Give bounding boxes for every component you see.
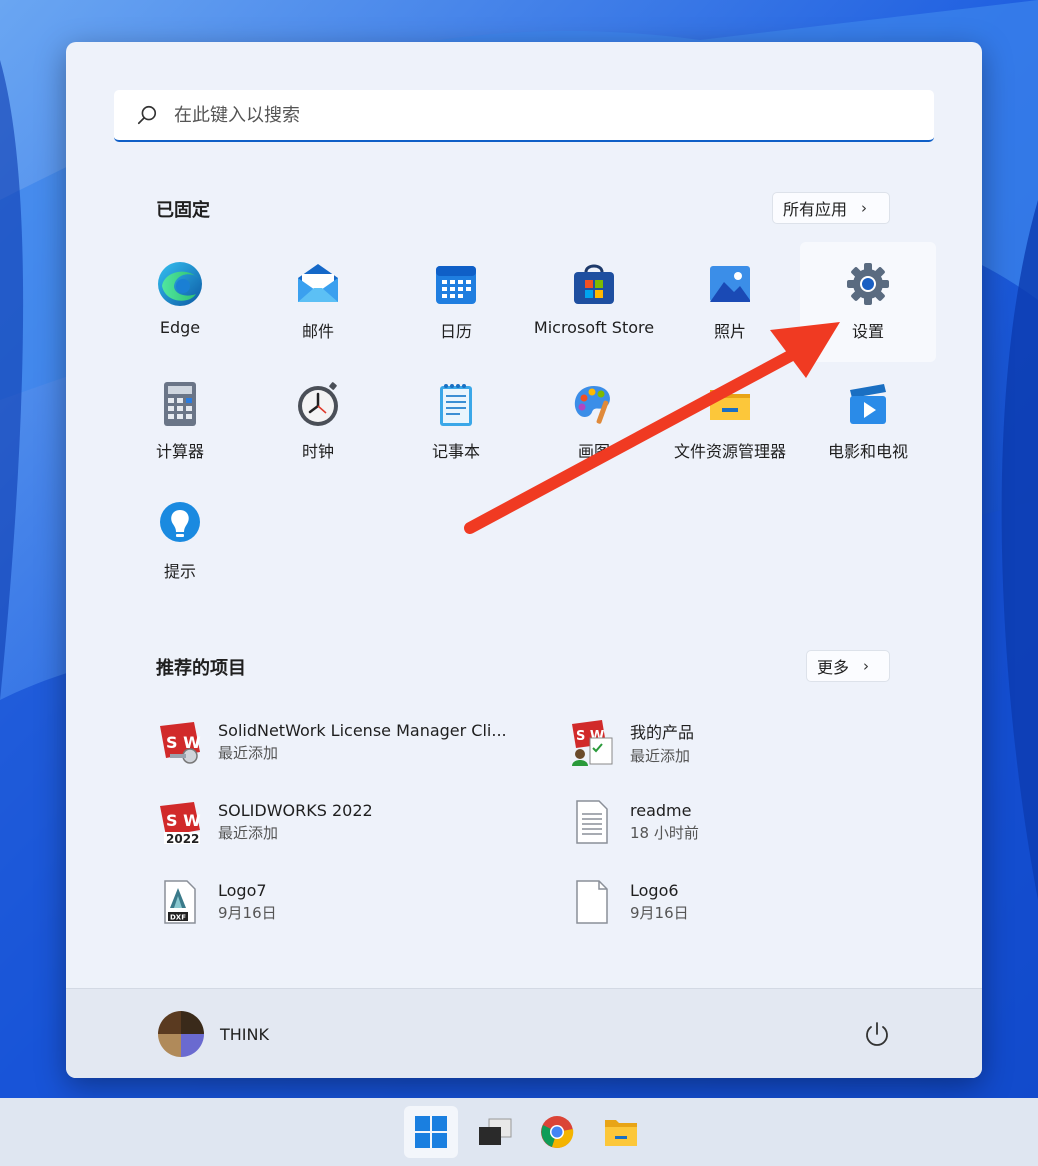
app-tile-tips[interactable]: 提示 (112, 482, 248, 602)
chevron-right-icon: › (861, 199, 868, 217)
app-label: 提示 (163, 562, 196, 581)
text-document-icon (576, 800, 608, 844)
taskbar-file-explorer-button[interactable] (594, 1106, 648, 1158)
avatar[interactable] (158, 1011, 204, 1057)
recommended-item-name: 我的产品 (630, 722, 695, 742)
svg-text:DXF: DXF (170, 914, 186, 922)
app-tile-settings[interactable]: 设置 (800, 242, 936, 362)
recommended-item-subtitle: 18 小时前 (630, 824, 699, 842)
start-menu-footer: THINK (66, 988, 982, 1078)
all-apps-button[interactable]: 所有应用 › (772, 192, 890, 224)
calculator-icon (164, 382, 196, 426)
recommended-item[interactable]: DXF Logo7 9月16日 (156, 872, 536, 932)
search-box[interactable] (114, 90, 934, 142)
svg-text:S W: S W (166, 811, 201, 830)
more-label: 更多 (817, 658, 850, 677)
app-label: 记事本 (431, 442, 480, 461)
recommended-item[interactable]: S W SolidNetWork License Manager Cli... … (156, 712, 536, 772)
app-tile-calendar[interactable]: 日历 (388, 242, 524, 362)
app-tile-file-explorer[interactable]: 文件资源管理器 (662, 362, 798, 482)
file-explorer-icon (605, 1120, 637, 1146)
all-apps-label: 所有应用 (783, 200, 848, 219)
recommended-item[interactable]: S W 我的产品 最近添加 (568, 712, 948, 772)
recommended-item-subtitle: 9月16日 (218, 904, 277, 922)
app-label: Edge (159, 318, 201, 337)
app-label: 时钟 (301, 442, 334, 461)
recommended-item[interactable]: S W 2022 SOLIDWORKS 2022 最近添加 (156, 792, 536, 852)
app-tile-clock[interactable]: 时钟 (250, 362, 386, 482)
app-tile-notepad[interactable]: 记事本 (388, 362, 524, 482)
taskbar (0, 1098, 1038, 1166)
task-view-icon (479, 1118, 512, 1145)
taskbar-chrome-button[interactable] (530, 1106, 584, 1158)
clock-icon (298, 382, 338, 426)
mail-icon (298, 264, 338, 302)
app-tile-microsoft-store[interactable]: Microsoft Store (526, 242, 662, 362)
app-tile-mail[interactable]: 邮件 (250, 242, 386, 362)
recommended-item-name: readme (630, 801, 692, 820)
movies-icon (850, 384, 886, 424)
recommended-item-subtitle: 9月16日 (630, 904, 689, 922)
store-icon (574, 264, 614, 304)
solidworks-products-icon: S W (572, 720, 613, 766)
lightbulb-icon (160, 502, 200, 542)
app-label: 文件资源管理器 (673, 442, 786, 461)
solidworks-license-icon: S W (160, 722, 201, 764)
app-label: Microsoft Store (533, 318, 655, 337)
start-icon (415, 1116, 447, 1148)
dxf-file-icon: DXF (164, 880, 196, 924)
app-label: 设置 (851, 322, 884, 341)
user-avatar-icon (158, 1011, 204, 1057)
recommended-title: 推荐的项目 (156, 658, 246, 679)
power-icon[interactable] (862, 1019, 892, 1049)
more-button[interactable]: 更多 › (806, 650, 890, 682)
recommended-item[interactable]: Logo6 9月16日 (568, 872, 948, 932)
solidworks-icon: S W 2022 (160, 802, 201, 846)
taskbar-task-view-button[interactable] (468, 1106, 522, 1158)
start-menu: 已固定 所有应用 › Edge 邮件 (66, 42, 982, 1078)
chrome-icon (541, 1116, 574, 1148)
calendar-icon (436, 266, 476, 304)
notepad-icon (440, 384, 472, 426)
taskbar-start-button[interactable] (404, 1106, 458, 1158)
search-input[interactable] (172, 103, 876, 127)
recommended-item-subtitle: 最近添加 (630, 746, 691, 765)
app-label: 画图 (577, 442, 610, 461)
app-tile-movies-tv[interactable]: 电影和电视 (800, 362, 936, 482)
gear-icon (847, 263, 889, 305)
chevron-right-icon: › (863, 657, 870, 675)
svg-text:S W: S W (166, 733, 201, 752)
pinned-title: 已固定 (156, 200, 210, 221)
recommended-item-name: Logo6 (630, 881, 679, 900)
svg-text:2022: 2022 (166, 832, 199, 846)
app-label: 照片 (713, 322, 746, 341)
edge-icon (158, 262, 202, 306)
app-tile-calculator[interactable]: 计算器 (112, 362, 248, 482)
paint-icon (574, 386, 610, 424)
app-label: 电影和电视 (827, 442, 908, 461)
app-tile-paint[interactable]: 画图 (526, 362, 662, 482)
photos-icon (710, 266, 750, 302)
recommended-item[interactable]: readme 18 小时前 (568, 792, 948, 852)
app-tile-photos[interactable]: 照片 (662, 242, 798, 362)
app-tile-edge[interactable]: Edge (112, 242, 248, 362)
recommended-item-subtitle: 最近添加 (218, 824, 279, 842)
recommended-item-subtitle: 最近添加 (218, 744, 279, 762)
folder-icon (710, 390, 750, 420)
recommended-item-name: Logo7 (218, 881, 267, 900)
blank-document-icon (576, 880, 608, 924)
recommended-item-name: SolidNetWork License Manager Cli... (218, 721, 507, 740)
user-name[interactable]: THINK (220, 1025, 269, 1044)
app-label: 日历 (439, 322, 472, 341)
app-label: 计算器 (155, 442, 204, 461)
search-icon (137, 105, 157, 125)
recommended-item-name: SOLIDWORKS 2022 (218, 801, 373, 820)
app-label: 邮件 (301, 322, 334, 341)
